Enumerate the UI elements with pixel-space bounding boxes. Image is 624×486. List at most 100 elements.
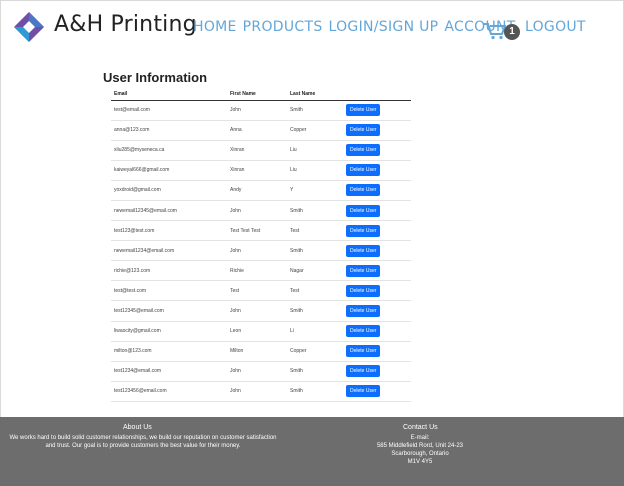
cell-first-name: John (227, 200, 287, 222)
table-row: xliu285@myseneca.ca Xinran Liu Delete User (111, 140, 411, 161)
cell-first-name: Andy (227, 180, 287, 201)
cell-actions: Delete User (343, 140, 411, 161)
delete-user-button[interactable]: Delete User (346, 365, 381, 378)
nav-logout[interactable]: LOGOUT (525, 19, 586, 35)
cell-actions: Delete User (343, 321, 411, 342)
cell-last-name: Smith (287, 300, 343, 322)
footer-contact-title: Contact Us (403, 424, 438, 431)
table-row: test12345@email.com John Smith Delete User (111, 300, 411, 322)
cell-email: yoxdroid@gmail.com (111, 180, 227, 201)
footer-email-label: E-mail: (410, 435, 430, 441)
delete-user-button[interactable]: Delete User (346, 244, 381, 257)
cell-email: test123@test.com (111, 220, 227, 242)
cell-last-name: Smith (287, 100, 343, 121)
delete-user-button[interactable]: Delete User (346, 204, 381, 217)
cell-last-name: Liu (287, 140, 343, 161)
cell-email: xliu285@myseneca.ca (111, 140, 227, 161)
cell-actions: Delete User (343, 180, 411, 201)
cell-last-name: Y (287, 180, 343, 201)
delete-user-button[interactable]: Delete User (346, 224, 381, 237)
delete-user-button[interactable]: Delete User (346, 385, 381, 398)
delete-user-button[interactable]: Delete User (346, 104, 381, 117)
site-footer: About Us We works hard to build solid cu… (0, 417, 624, 486)
cell-actions: Delete User (343, 240, 411, 262)
delete-user-button[interactable]: Delete User (346, 325, 381, 338)
cell-email: kaiweyal666@gmail.com (111, 160, 227, 181)
table-row: liwaocity@gmail.com Leon Li Delete User (111, 321, 411, 342)
nav-login-signup[interactable]: LOGIN/SIGN UP (329, 19, 439, 35)
footer-about-title: About Us (123, 424, 152, 431)
cell-actions: Delete User (343, 100, 411, 121)
table-row: test1234@email.com John Smith Delete User (111, 361, 411, 382)
table-row: richie@123.com Richie Nagar Delete User (111, 260, 411, 282)
table-row: test123456@email.com John Smith Delete User (111, 381, 411, 402)
cell-last-name: Smith (287, 381, 343, 402)
footer-address-line1: 585 Middlefield Rord, Unit 24-23 (376, 443, 464, 449)
table-row: milton@123.com Milton Copper Delete User (111, 341, 411, 362)
cell-email: test123456@email.com (111, 381, 227, 402)
cart-icon[interactable] (484, 22, 506, 40)
delete-user-button[interactable]: Delete User (346, 264, 381, 277)
table-row: kaiweyal666@gmail.com Xinran Liu Delete Use… (111, 160, 411, 181)
table-row: test123@test.com Test Test Test Test Delete… (111, 220, 411, 242)
footer-address-line2: Scarborough, Ontario (391, 451, 449, 457)
cell-email: newemail1234@email.com (111, 240, 227, 262)
delete-user-button[interactable]: Delete User (346, 304, 381, 317)
delete-user-button[interactable]: Delete User (346, 284, 381, 297)
cell-email: test@email.com (111, 100, 227, 121)
cell-last-name: Copper (287, 120, 343, 141)
nav-home[interactable]: HOME (193, 19, 237, 35)
footer-postal-code: M1V 4Y5 (407, 459, 433, 465)
cell-actions: Delete User (343, 300, 411, 322)
users-table: Email First Name Last Name test@email.co… (111, 88, 411, 402)
cell-last-name: Test (287, 280, 343, 302)
table-row: newemail12345@email.com John Smith Delete U… (111, 200, 411, 222)
cell-first-name: John (227, 100, 287, 121)
cell-first-name: Anna (227, 120, 287, 141)
delete-user-button[interactable]: Delete User (346, 345, 381, 358)
cell-email: test@test.com (111, 280, 227, 302)
cell-last-name: Liu (287, 160, 343, 181)
cell-first-name: Xinran (227, 160, 287, 181)
cell-last-name: Smith (287, 240, 343, 262)
cell-last-name: Li (287, 321, 343, 342)
cell-email: test12345@email.com (111, 300, 227, 322)
cell-email: anna@123.com (111, 120, 227, 141)
cell-last-name: Test (287, 220, 343, 242)
table-header-row: Email First Name Last Name (111, 88, 411, 101)
logo-icon[interactable] (14, 12, 44, 42)
footer-contact-block: E-mail: 585 Middlefield Rord, Unit 24-23… (360, 434, 480, 466)
cell-first-name: John (227, 381, 287, 402)
cell-actions: Delete User (343, 280, 411, 302)
cell-first-name: John (227, 240, 287, 262)
table-row: newemail1234@email.com John Smith Delete Us… (111, 240, 411, 262)
cell-email: newemail12345@email.com (111, 200, 227, 222)
header-email: Email (111, 88, 227, 101)
cell-actions: Delete User (343, 361, 411, 382)
delete-user-button[interactable]: Delete User (346, 164, 381, 177)
cell-email: liwaocity@gmail.com (111, 321, 227, 342)
site-header: A&H Printing HOME PRODUCTS LOGIN/SIGN UP… (0, 0, 624, 56)
cell-last-name: Nagar (287, 260, 343, 282)
header-first-name: First Name (227, 88, 287, 101)
brand-name[interactable]: A&H Printing (54, 12, 197, 37)
cell-first-name: Leon (227, 321, 287, 342)
table-row: test@email.com John Smith Delete User (111, 100, 411, 121)
table-row: test@test.com Test Test Delete User (111, 280, 411, 302)
cell-last-name: Smith (287, 361, 343, 382)
cell-email: test1234@email.com (111, 361, 227, 382)
cell-actions: Delete User (343, 200, 411, 222)
table-row: anna@123.com Anna Copper Delete User (111, 120, 411, 141)
delete-user-button[interactable]: Delete User (346, 184, 381, 197)
page-title: User Information (103, 70, 208, 85)
cell-first-name: Xinran (227, 140, 287, 161)
header-last-name: Last Name (287, 88, 343, 101)
cell-email: richie@123.com (111, 260, 227, 282)
nav-products[interactable]: PRODUCTS (243, 19, 323, 35)
cell-last-name: Smith (287, 200, 343, 222)
cell-actions: Delete User (343, 220, 411, 242)
cell-email: milton@123.com (111, 341, 227, 362)
delete-user-button[interactable]: Delete User (346, 124, 381, 137)
delete-user-button[interactable]: Delete User (346, 144, 381, 157)
cell-first-name: John (227, 300, 287, 322)
